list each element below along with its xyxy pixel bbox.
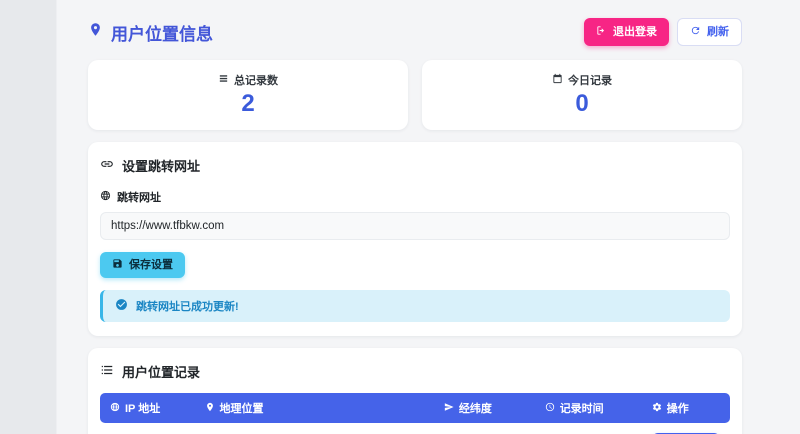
stats-row: 总记录数 2 今日记录 0 (88, 60, 742, 131)
check-circle-icon (115, 298, 128, 314)
page-title: 用户位置信息 (88, 20, 213, 45)
col-header-time: 记录时间 (534, 393, 642, 424)
col-header-action: 操作 (641, 393, 730, 424)
col-header-coords: 经纬度 (433, 393, 535, 424)
settings-title: 设置跳转网址 (122, 159, 201, 175)
stat-today-value: 0 (575, 90, 589, 117)
row-ip: 101.71.140.7 (100, 423, 195, 434)
topbar-actions: 退出登录 刷新 (584, 18, 742, 46)
link-icon (100, 157, 114, 174)
row-location: 浙江省 杭州市 余杭区 华丰社区闲林东路 棠梨家园16号楼 (194, 423, 434, 434)
logout-icon (596, 25, 607, 39)
save-settings-button[interactable]: 保存设置 (100, 252, 185, 279)
row-action-cell: 查看地图 (641, 423, 730, 434)
stat-today-label: 今日记录 (568, 75, 612, 87)
row-coords-cell: 120.008, 30.2289 (433, 423, 535, 434)
main-container: 用户位置信息 退出登录 刷新 总记录数 2 今日记录 0 设置跳转网址 跳转网址… (88, 0, 742, 434)
table-row: 101.71.140.7 浙江省 杭州市 余杭区 华丰社区闲林东路 棠梨家园16… (100, 423, 730, 434)
page-title-text: 用户位置信息 (111, 24, 213, 44)
records-title: 用户位置记录 (122, 365, 201, 381)
col-header-time-label: 记录时间 (559, 403, 604, 416)
url-field-label-row: 跳转网址 (100, 189, 730, 205)
records-title-row: 用户位置记录 (100, 362, 730, 381)
save-settings-label: 保存设置 (129, 258, 173, 271)
refresh-button-label: 刷新 (707, 25, 729, 38)
stat-total-value: 2 (241, 90, 255, 117)
globe-icon (100, 190, 111, 204)
stat-total-label-row: 总记录数 (218, 72, 278, 88)
stat-card-today: 今日记录 0 (422, 60, 742, 131)
url-field-label: 跳转网址 (117, 192, 161, 205)
stat-today-label-row: 今日记录 (552, 72, 612, 88)
col-header-ip-label: IP 地址 (125, 403, 161, 416)
col-header-location: 地理位置 (194, 393, 434, 424)
topbar: 用户位置信息 退出登录 刷新 (88, 0, 742, 60)
col-header-ip: IP 地址 (100, 393, 195, 424)
settings-card: 设置跳转网址 跳转网址 保存设置 跳转网址已成功更新! (88, 142, 742, 337)
records-card: 用户位置记录 IP 地址 地理位置 经纬度 记录时间 操作 (88, 348, 742, 434)
clock-icon (545, 402, 555, 415)
refresh-icon (690, 25, 701, 39)
stat-card-total: 总记录数 2 (88, 60, 408, 131)
success-alert: 跳转网址已成功更新! (100, 290, 730, 323)
table-header-row: IP 地址 地理位置 经纬度 记录时间 操作 (100, 393, 730, 424)
redirect-url-input[interactable] (100, 212, 730, 241)
col-header-location-label: 地理位置 (219, 403, 264, 416)
logout-button[interactable]: 退出登录 (584, 18, 669, 46)
location-pin-icon (88, 22, 103, 42)
location-arrow-icon (444, 402, 454, 415)
records-table: IP 地址 地理位置 经纬度 记录时间 操作 (100, 393, 730, 434)
records-icon (218, 73, 229, 87)
globe-icon (110, 402, 120, 415)
logout-button-label: 退出登录 (613, 25, 657, 38)
stat-total-label: 总记录数 (234, 75, 278, 87)
refresh-button[interactable]: 刷新 (677, 18, 742, 46)
calendar-icon (552, 73, 563, 87)
map-pin-icon (205, 402, 215, 415)
list-icon (100, 363, 114, 380)
col-header-coords-label: 经纬度 (458, 403, 492, 416)
row-time: 2025-08-17 23:05:57 (534, 423, 642, 434)
gear-icon (652, 402, 662, 415)
success-alert-text: 跳转网址已成功更新! (136, 301, 239, 314)
col-header-action-label: 操作 (666, 403, 689, 416)
settings-title-row: 设置跳转网址 (100, 156, 730, 175)
save-icon (112, 258, 123, 272)
